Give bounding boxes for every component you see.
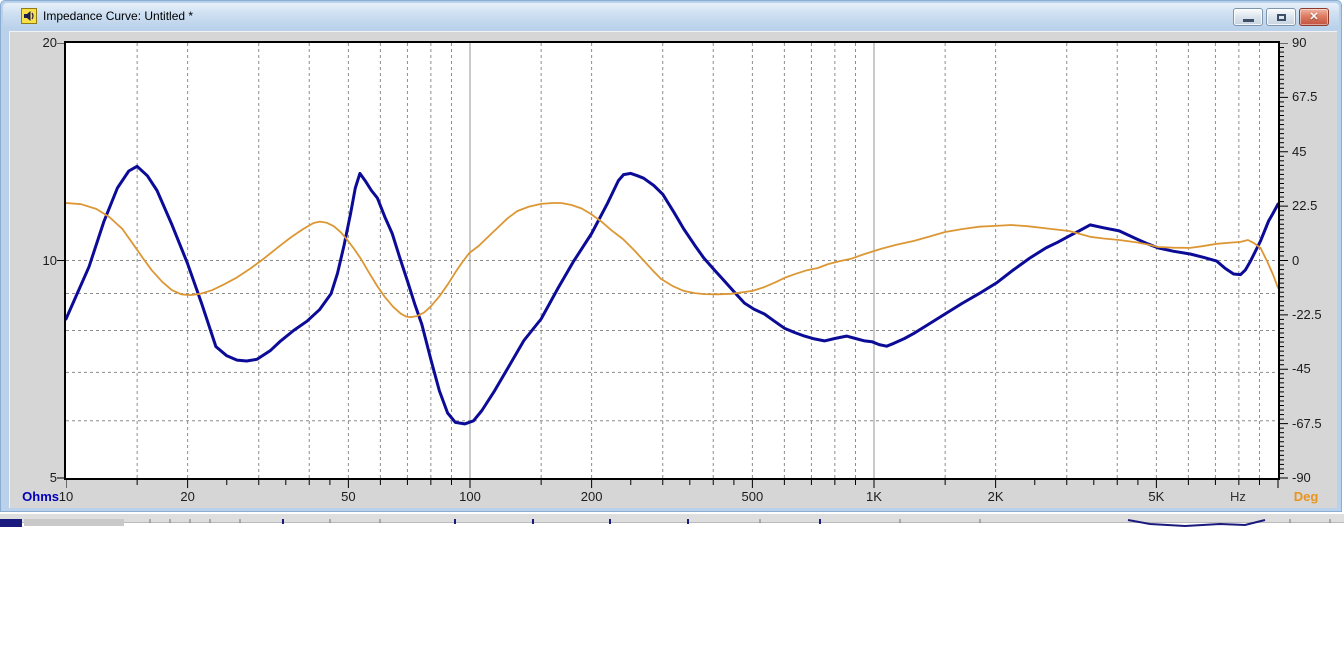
y-right-tick-label: 22.5 — [1292, 198, 1318, 214]
speaker-icon — [21, 8, 37, 24]
x-tick-label: 500 — [741, 489, 764, 504]
y-right-tick-label: 45 — [1292, 143, 1307, 159]
x-tick-label: 200 — [580, 489, 603, 504]
titlebar[interactable]: Impedance Curve: Untitled * ✕ — [3, 3, 1339, 29]
x-tick-label: 100 — [459, 489, 481, 504]
y-right-tick-label: 67.5 — [1292, 89, 1318, 105]
y-right-tick-label: -45 — [1292, 361, 1311, 377]
x-tick-label: 2K — [987, 489, 1004, 504]
impedance-curve — [66, 164, 1278, 426]
y-left-tick-label: 10 — [42, 252, 57, 268]
background-window-fragment — [0, 519, 1331, 528]
minimize-icon — [1242, 19, 1254, 22]
y-right-tick-label: -22.5 — [1292, 306, 1322, 322]
deg-unit-label: Deg — [1293, 489, 1319, 504]
ohms-unit-label: Ohms — [22, 489, 59, 504]
x-tick-label: 5K — [1148, 489, 1165, 504]
x-axis-ticks — [66, 480, 1279, 488]
window-title: Impedance Curve: Untitled * — [43, 9, 194, 23]
x-tick-label: 1K — [866, 489, 882, 504]
y-right-tick-label: 0 — [1292, 252, 1300, 268]
minimize-button[interactable] — [1233, 8, 1263, 26]
y-right-tick-label: 90 — [1292, 35, 1307, 50]
window-controls: ✕ — [1233, 8, 1329, 26]
y-right-tick-label: -67.5 — [1292, 415, 1322, 431]
restore-button[interactable] — [1266, 8, 1296, 26]
x-tick-label: 20 — [180, 489, 195, 504]
close-button[interactable]: ✕ — [1299, 8, 1329, 26]
y-left-tick-label: 5 — [49, 470, 57, 485]
restore-icon — [1276, 13, 1286, 21]
impedance-phase-chart — [66, 43, 1278, 478]
close-icon: ✕ — [1309, 10, 1319, 23]
y-right-tick-label: -90 — [1292, 470, 1311, 485]
impedance-curve-window: Impedance Curve: Untitled * ✕ LspLAB 201… — [0, 0, 1342, 512]
y-left-tick-label: 20 — [42, 35, 57, 50]
x-tick-label: 50 — [341, 489, 356, 504]
hz-unit-label: Hz — [1230, 489, 1246, 504]
background-window-strip[interactable] — [0, 514, 1344, 528]
y-right-axis-ticks — [1280, 43, 1288, 479]
desktop: Impedance Curve: Untitled * ✕ LspLAB 201… — [0, 0, 1344, 650]
